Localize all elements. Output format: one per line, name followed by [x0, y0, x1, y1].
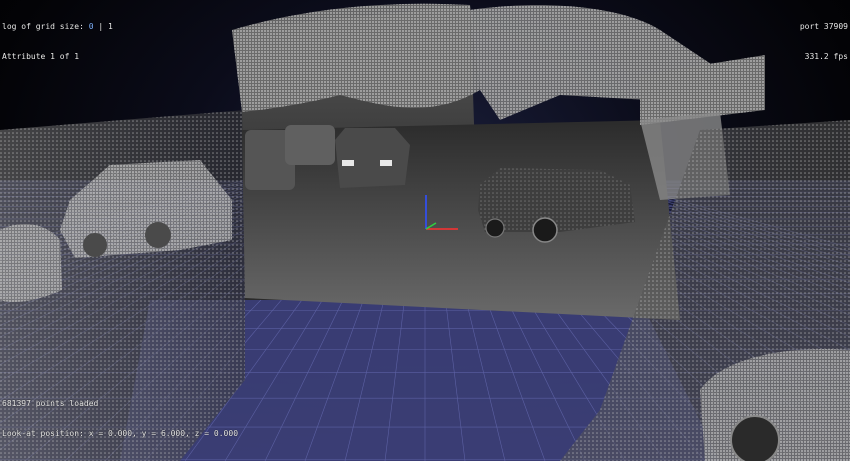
hud-bottom-left: 681397 points loaded Look-at position: x… — [2, 379, 238, 459]
grid-size-extra: 1 — [108, 22, 113, 31]
hud-top-left: log of grid size: 0 | 1 Attribute 1 of 1 — [2, 2, 113, 82]
fps-readout: 331.2 fps — [804, 52, 848, 61]
port-readout: port 37909 — [799, 22, 848, 31]
grid-size-label: log of grid size: — [2, 22, 84, 31]
grid-size-readout: log of grid size: 0 | 1 — [2, 22, 113, 32]
hud-top-right: port 37909 331.2 fps — [800, 2, 848, 82]
grid-size-separator: | — [98, 22, 104, 31]
point-cloud-viewport[interactable]: log of grid size: 0 | 1 Attribute 1 of 1… — [0, 0, 850, 461]
grid-size-value: 0 — [88, 22, 94, 31]
attribute-readout: Attribute 1 of 1 — [2, 52, 80, 61]
look-at-readout: Look-at position: x = 0.000, y = 6.000, … — [2, 429, 239, 438]
points-loaded-readout: 681397 points loaded — [2, 399, 99, 408]
